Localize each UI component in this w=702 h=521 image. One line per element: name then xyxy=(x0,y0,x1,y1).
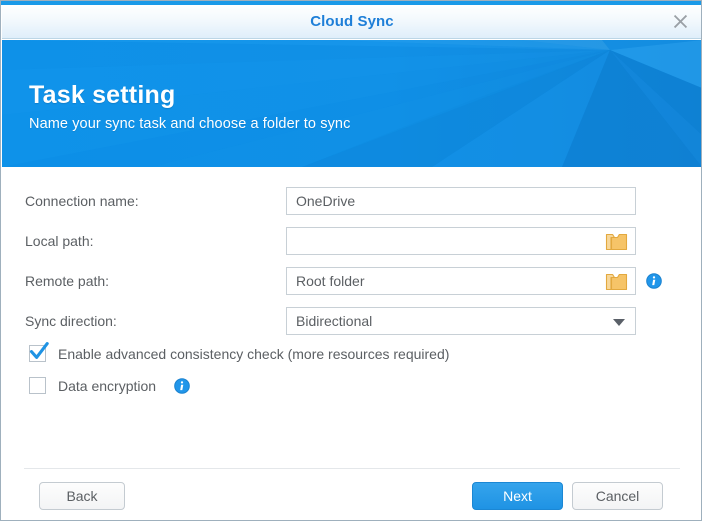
window-title: Cloud Sync xyxy=(2,5,702,38)
checkbox-row-data-encryption: Data encryption xyxy=(2,377,702,399)
banner: Task setting Name your sync task and cho… xyxy=(2,40,702,167)
info-icon[interactable] xyxy=(646,273,662,289)
label-connection-name: Connection name: xyxy=(25,187,139,215)
form-row-local-path: Local path: xyxy=(2,227,702,255)
advanced-consistency-label: Enable advanced consistency check (more … xyxy=(58,345,449,363)
label-local-path: Local path: xyxy=(25,227,94,255)
remote-path-input[interactable]: Root folder xyxy=(286,267,636,295)
remote-path-value: Root folder xyxy=(296,268,364,295)
cloud-sync-dialog: Cloud Sync xyxy=(0,0,702,521)
data-encryption-checkbox[interactable] xyxy=(29,377,46,394)
banner-subtitle: Name your sync task and choose a folder … xyxy=(29,116,350,132)
connection-name-value: OneDrive xyxy=(296,188,355,215)
label-remote-path: Remote path: xyxy=(25,267,109,295)
next-button[interactable]: Next xyxy=(472,482,563,510)
sync-direction-value: Bidirectional xyxy=(296,308,372,335)
sync-direction-select[interactable]: Bidirectional xyxy=(286,307,636,335)
cancel-button[interactable]: Cancel xyxy=(572,482,663,510)
advanced-consistency-checkbox[interactable] xyxy=(29,345,46,362)
chevron-down-icon[interactable] xyxy=(613,319,625,326)
local-path-input[interactable] xyxy=(286,227,636,255)
connection-name-input[interactable]: OneDrive xyxy=(286,187,636,215)
folder-icon[interactable] xyxy=(605,271,629,292)
banner-title: Task setting xyxy=(29,81,175,110)
footer-divider xyxy=(24,468,680,469)
label-sync-direction: Sync direction: xyxy=(25,307,117,335)
data-encryption-label: Data encryption xyxy=(58,377,156,395)
form-row-sync-direction: Sync direction: Bidirectional xyxy=(2,307,702,335)
form-area: Connection name: OneDrive Local path: Re… xyxy=(2,168,702,468)
close-icon[interactable] xyxy=(666,9,694,35)
info-icon[interactable] xyxy=(174,378,190,394)
form-row-connection-name: Connection name: OneDrive xyxy=(2,187,702,215)
back-button[interactable]: Back xyxy=(39,482,125,510)
form-row-remote-path: Remote path: Root folder xyxy=(2,267,702,295)
folder-icon[interactable] xyxy=(605,231,629,252)
checkbox-row-advanced-consistency: Enable advanced consistency check (more … xyxy=(2,345,702,367)
title-bar: Cloud Sync xyxy=(2,5,702,39)
